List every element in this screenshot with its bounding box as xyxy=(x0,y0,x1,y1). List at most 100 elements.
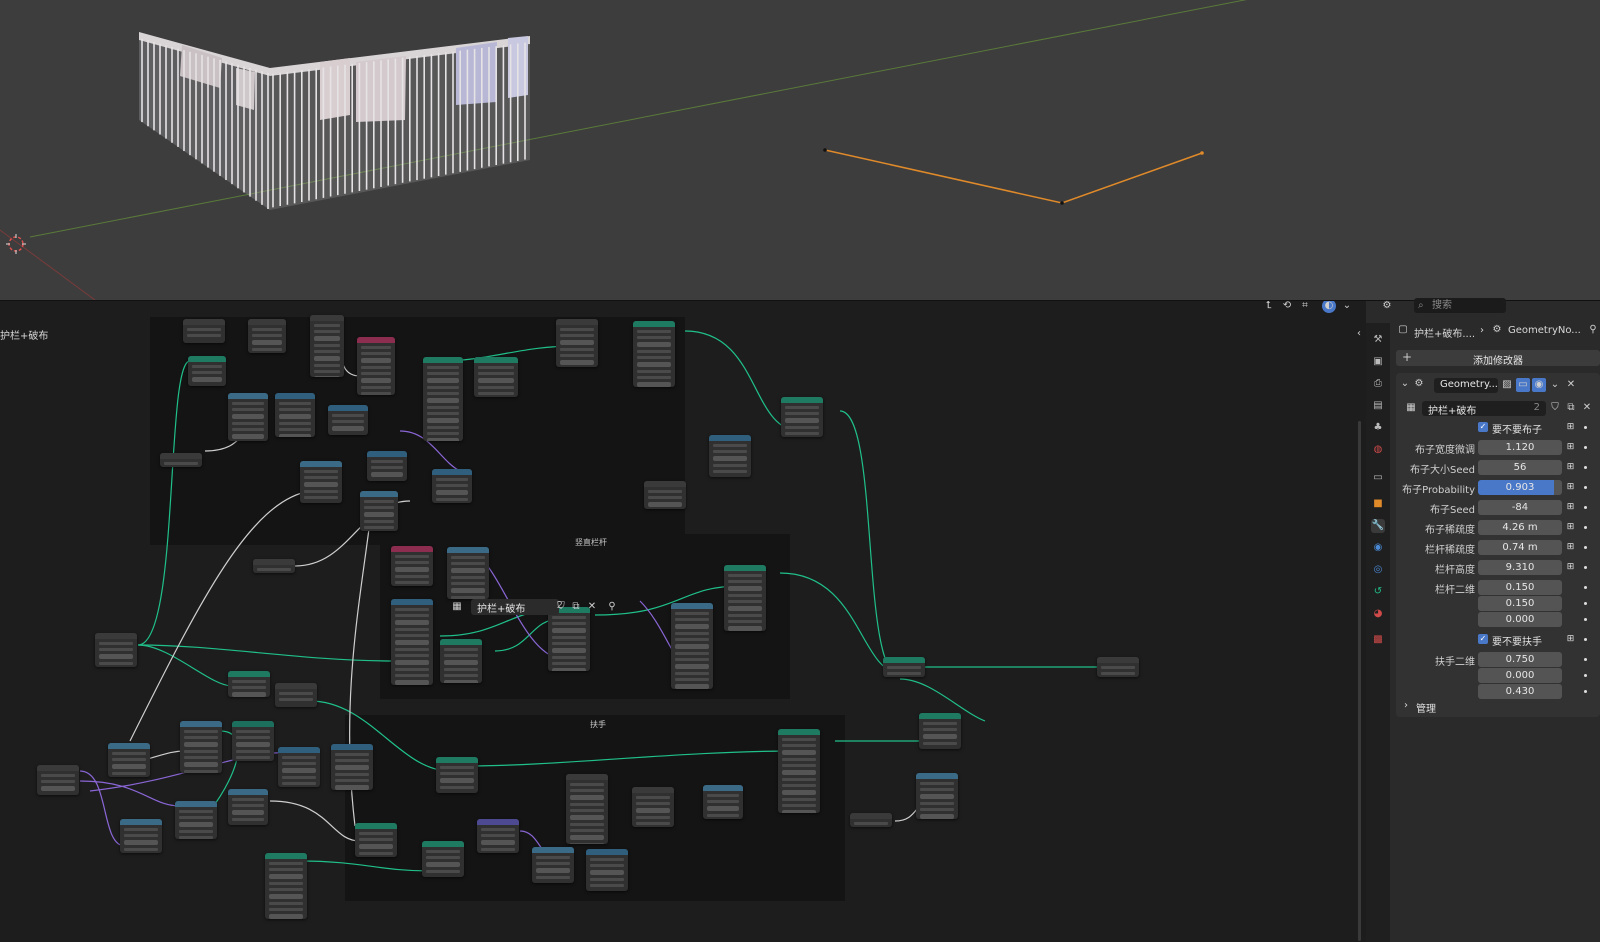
parent-node-tree-icon[interactable]: ⮤ xyxy=(1262,301,1276,313)
node-header[interactable] xyxy=(436,757,478,763)
vector-component-field[interactable]: 0.000 xyxy=(1478,668,1562,683)
keyframe-dot-icon[interactable] xyxy=(1584,426,1587,429)
snap-icon[interactable]: ⟲ xyxy=(1280,301,1294,313)
node-header[interactable] xyxy=(360,491,398,497)
keyframe-dot-icon[interactable] xyxy=(1584,566,1587,569)
graph-node[interactable] xyxy=(440,639,482,683)
graph-node[interactable] xyxy=(275,683,317,707)
node-header[interactable] xyxy=(447,547,489,553)
graph-node[interactable] xyxy=(474,357,518,397)
keyframe-dot-icon[interactable] xyxy=(1584,526,1587,529)
snap-grid-icon[interactable]: ⌗ xyxy=(1298,301,1312,313)
node-header[interactable] xyxy=(391,546,433,552)
node-header[interactable] xyxy=(253,559,295,565)
node-header[interactable] xyxy=(328,405,368,411)
graph-node[interactable] xyxy=(422,841,464,877)
editor-type-icon[interactable]: ▦ xyxy=(450,600,464,614)
node-header[interactable] xyxy=(120,819,162,825)
pin-icon[interactable]: ⚲ xyxy=(605,600,619,614)
graph-node[interactable] xyxy=(703,785,743,819)
render-toggle-icon[interactable]: ◉ xyxy=(1532,378,1546,392)
graph-node[interactable] xyxy=(108,743,150,777)
node-header[interactable] xyxy=(850,813,892,819)
node-header[interactable] xyxy=(778,729,820,735)
graph-node[interactable] xyxy=(391,599,433,685)
keyframe-dot-icon[interactable] xyxy=(1584,466,1587,469)
graph-node[interactable] xyxy=(175,801,217,839)
graph-node[interactable] xyxy=(183,319,225,343)
keyframe-dot-icon[interactable] xyxy=(1584,618,1587,621)
texture-tab-icon[interactable]: ▩ xyxy=(1371,633,1385,647)
node-header[interactable] xyxy=(709,435,751,441)
keyframe-dot-icon[interactable] xyxy=(1584,586,1587,589)
node-header[interactable] xyxy=(883,657,925,663)
node-header[interactable] xyxy=(781,397,823,403)
chevron-down-icon[interactable]: ⌄ xyxy=(1398,377,1412,391)
attribute-toggle-icon[interactable]: ⊞ xyxy=(1564,541,1577,554)
graph-node[interactable] xyxy=(37,765,79,795)
graph-node[interactable] xyxy=(355,823,397,857)
chevron-down-icon[interactable]: ⌄ xyxy=(1340,301,1354,313)
graph-node[interactable] xyxy=(228,789,268,825)
graph-node[interactable] xyxy=(916,773,958,819)
modifier-name-field[interactable]: Geometry... xyxy=(1434,378,1498,393)
vector-component-field[interactable]: 0.000 xyxy=(1478,612,1562,627)
node-header[interactable] xyxy=(357,337,395,343)
node-header[interactable] xyxy=(300,461,342,467)
graph-node[interactable] xyxy=(310,315,344,377)
attribute-toggle-icon[interactable]: ⊞ xyxy=(1564,461,1577,474)
graph-node[interactable] xyxy=(432,469,472,503)
node-header[interactable] xyxy=(188,356,226,362)
graph-node[interactable] xyxy=(436,757,478,793)
graph-node[interactable] xyxy=(278,747,320,787)
node-header[interactable] xyxy=(1097,657,1139,663)
edit-mode-toggle-icon[interactable]: ▨ xyxy=(1500,378,1514,392)
vector-component-field[interactable]: 0.430 xyxy=(1478,684,1562,699)
graph-node[interactable] xyxy=(632,787,674,827)
graph-node[interactable] xyxy=(300,461,342,503)
attribute-toggle-icon[interactable]: ⊞ xyxy=(1564,521,1577,534)
graph-node[interactable] xyxy=(360,491,398,531)
node-header[interactable] xyxy=(432,469,472,475)
overlay-toggle-icon[interactable]: ◐ xyxy=(1322,301,1336,313)
graph-node[interactable] xyxy=(447,547,489,599)
graph-node[interactable] xyxy=(160,453,202,467)
node-header[interactable] xyxy=(228,789,268,795)
value-field[interactable]: -84 xyxy=(1478,500,1562,515)
graph-node[interactable] xyxy=(644,481,686,509)
constraints-tab-icon[interactable]: ↺ xyxy=(1371,585,1385,599)
keyframe-dot-icon[interactable] xyxy=(1584,674,1587,677)
breadcrumb-modifier[interactable]: GeometryNo... xyxy=(1508,325,1581,336)
graph-node[interactable] xyxy=(532,847,574,883)
keyframe-dot-icon[interactable] xyxy=(1584,690,1587,693)
render-tab-icon[interactable]: ▣ xyxy=(1371,355,1385,369)
remove-modifier-icon[interactable]: ✕ xyxy=(1564,378,1578,392)
node-header[interactable] xyxy=(108,743,150,749)
checkbox[interactable]: ✓ xyxy=(1478,422,1488,432)
graph-node[interactable] xyxy=(671,603,713,689)
graph-node[interactable] xyxy=(120,819,162,853)
viewport-toggle-icon[interactable]: ▭ xyxy=(1516,378,1530,392)
scene-tab-icon[interactable]: ♣ xyxy=(1371,421,1385,435)
graph-node[interactable] xyxy=(331,744,373,790)
node-header[interactable] xyxy=(477,819,519,825)
graph-node[interactable] xyxy=(228,393,268,441)
node-header[interactable] xyxy=(160,453,202,459)
output-tab-icon[interactable]: ⎙ xyxy=(1371,377,1385,391)
node-header[interactable] xyxy=(422,841,464,847)
editor-scrollbar[interactable] xyxy=(1358,421,1361,941)
graph-node[interactable] xyxy=(883,657,925,677)
keyframe-dot-icon[interactable] xyxy=(1584,486,1587,489)
graph-node[interactable] xyxy=(724,565,766,631)
graph-node[interactable] xyxy=(248,319,286,353)
graph-node[interactable] xyxy=(275,393,315,437)
modifier-menu-chevron-icon[interactable]: ⌄ xyxy=(1548,378,1562,392)
node-header[interactable] xyxy=(265,853,307,859)
node-header[interactable] xyxy=(556,319,598,325)
vector-component-field[interactable]: 0.750 xyxy=(1478,652,1562,667)
duplicate-icon[interactable]: ⧉ xyxy=(569,600,583,614)
graph-node[interactable] xyxy=(228,671,270,697)
attribute-toggle-icon[interactable]: ⊞ xyxy=(1564,633,1577,646)
node-header[interactable] xyxy=(37,765,79,771)
keyframe-dot-icon[interactable] xyxy=(1584,446,1587,449)
